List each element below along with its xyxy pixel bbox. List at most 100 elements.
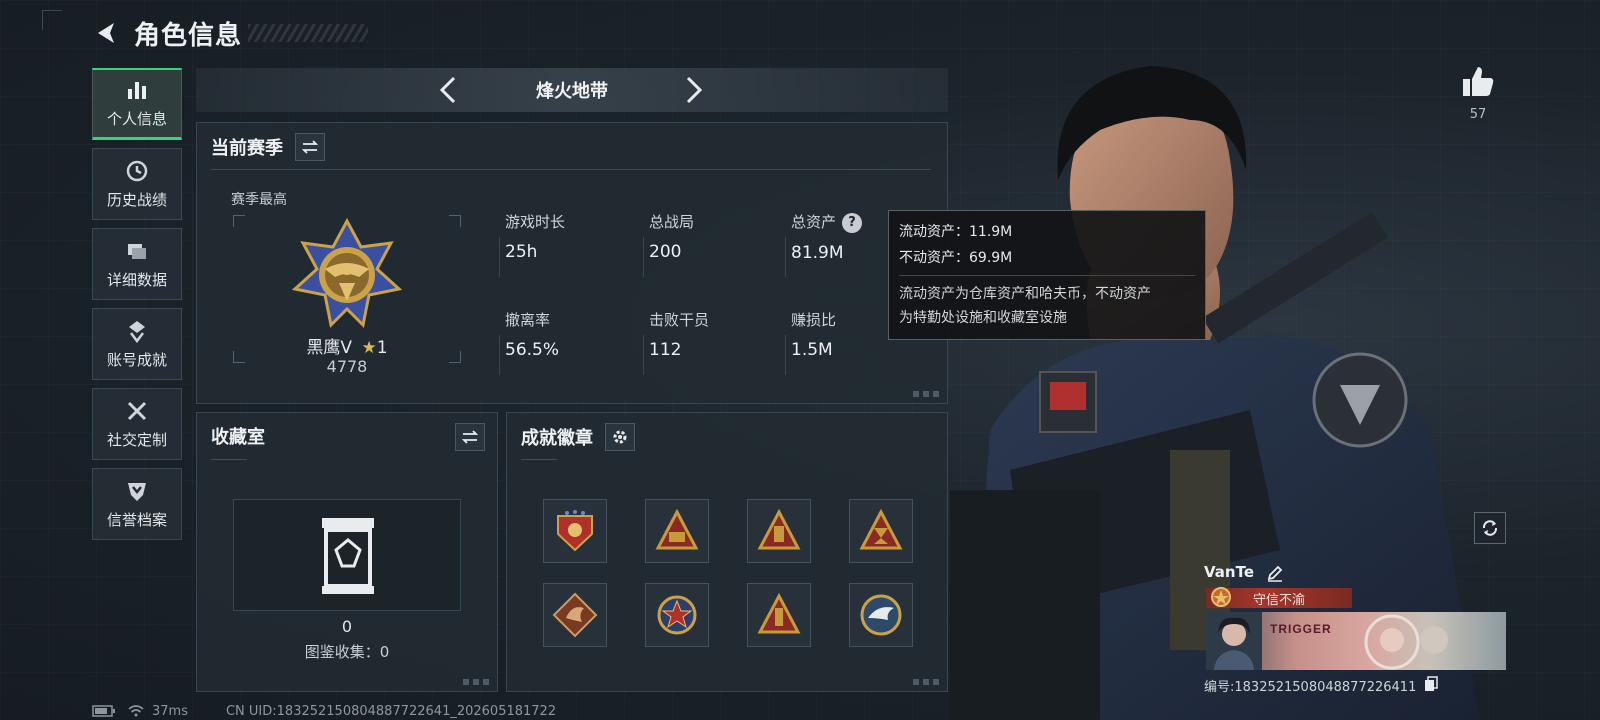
rank-stars: 1 [376,338,388,358]
stat-value: 200 [649,242,682,262]
player-id: 编号:1832521508048877226411 [1204,680,1417,695]
rotate-model-button[interactable] [1474,512,1506,544]
collection-title: 收藏室 [211,427,265,448]
stat-value: 1.5M [791,340,833,360]
stat-separator [785,335,786,375]
side-nav: 个人信息 历史战绩 详细数据 账号成就 社交定制 信誉档案 [92,68,182,548]
player-name: VanTe [1204,563,1255,581]
uid-readout: CN UID:183252150804887722641_20260518172… [225,703,557,719]
folders-icon [128,243,146,259]
rank-name-row: 黑鹰Ⅴ ★1 [277,333,417,358]
tooltip-note: 流动资产为仓库资产和哈夫币，不动资产 为特勤处设施和收藏室设施 [899,275,1195,330]
stat-total-assets: 总资产? 81.9M [791,211,863,263]
black-hawk-rank-emblem-icon [291,217,403,329]
collection-switch-button[interactable] [455,423,485,451]
help-icon[interactable]: ? [842,212,863,233]
badge-slot-4[interactable] [849,499,913,563]
collection-display-case[interactable] [233,499,461,611]
wrench-screwdriver-icon [127,401,147,420]
badges-panel: 成就徽章 [506,412,948,692]
chevron-left-icon[interactable] [434,74,466,106]
gear-icon [613,430,627,444]
rotate-icon [1482,520,1498,536]
page-title: 角色信息 [134,20,243,51]
name-card-art [1364,614,1448,670]
star-icon: ★ [361,338,377,358]
stat-label: 击败干员 [649,311,710,329]
stat-value: 81.9M [791,242,844,263]
mode-title: 烽火地带 [536,81,608,102]
nav-item-social[interactable]: 社交定制 [92,388,182,460]
rank-score: 4778 [326,357,368,376]
nav-item-history[interactable]: 历史战绩 [92,148,182,220]
gold-triangle-badge-icon [757,508,801,550]
badge-slot-1[interactable] [543,499,607,563]
clock-icon [126,160,148,181]
nav-item-personal-info[interactable]: 个人信息 [92,68,182,140]
name-card-logo: TRIGGER [1270,622,1332,636]
corner-decoration [42,10,62,30]
nav-item-reputation[interactable]: 信誉档案 [92,468,182,540]
badges-divider [521,459,557,460]
nav-label: 社交定制 [106,430,167,449]
status-bar: 37ms CN UID:183252150804887722641_202605… [92,703,556,719]
badge-slot-2[interactable] [645,499,709,563]
copy-icon[interactable] [1424,676,1438,692]
badge-slot-6[interactable] [645,583,709,647]
gold-triangle-badge-icon [655,508,699,550]
display-case-icon [322,518,374,594]
stat-separator [785,237,786,277]
swap-icon [461,430,479,444]
star-medal-badge-icon [657,595,697,635]
gold-triangle-badge-icon [757,592,801,634]
stat-label: 总战局 [649,213,695,231]
rank-name: 黑鹰Ⅴ [306,338,353,358]
thumbs-up-icon[interactable] [1460,64,1496,100]
assets-tooltip: 流动资产：11.9M 不动资产：69.9M 流动资产为仓库资产和哈夫币，不动资产… [888,210,1206,340]
nav-label: 账号成就 [106,350,167,369]
collection-divider [211,459,247,460]
badge-slot-7[interactable] [747,583,811,647]
stat-profit-loss: 赚损比 1.5M [791,309,836,360]
chevron-right-icon[interactable] [676,74,708,106]
stat-value: 25h [505,242,538,262]
stat-value: 56.5% [505,340,560,360]
title-emblem-icon [1211,587,1231,607]
nav-label: 信誉档案 [106,510,167,529]
nav-label: 历史战绩 [106,190,167,209]
player-name-card[interactable]: TRIGGER [1206,612,1506,670]
stat-value: 112 [649,340,682,360]
swap-icon [301,140,319,154]
season-panel: 当前赛季 赛季最高 黑鹰Ⅴ ★1 4778 游戏时长 25h 总战局 200 总… [196,122,948,404]
corner-decoration [463,679,489,685]
title-decoration [248,24,369,42]
nav-item-achievements[interactable]: 账号成就 [92,308,182,380]
mode-selector: 烽火地带 [196,68,948,112]
corner-decoration [913,679,939,685]
season-divider [211,169,931,170]
stat-label: 赚损比 [791,311,837,329]
badge-slot-3[interactable] [747,499,811,563]
nav-label: 详细数据 [106,270,167,289]
gold-triangle-badge-icon [859,508,903,550]
red-shield-badge-icon [557,510,593,552]
season-switch-button[interactable] [295,133,325,161]
stat-play-time: 游戏时长 25h [505,211,565,262]
like-count: 57 [1469,107,1487,122]
stat-extraction-rate: 撤离率 56.5% [505,309,559,360]
season-best-label: 赛季最高 [231,192,287,208]
nav-item-detailed-data[interactable]: 详细数据 [92,228,182,300]
bar-chart-icon [128,82,146,99]
tooltip-fixed-assets: 不动资产：69.9M [899,250,1013,266]
badges-settings-button[interactable] [605,423,635,451]
back-arrow-icon[interactable] [92,19,120,47]
edit-pencil-icon[interactable] [1266,564,1284,582]
catalog-collection-label: 图鉴收集：0 [304,643,390,661]
badge-slot-5[interactable] [543,583,607,647]
stat-separator [499,237,500,277]
badge-slot-8[interactable] [849,583,913,647]
badges-title: 成就徽章 [521,428,593,449]
eagle-round-badge-icon [860,594,902,636]
corner-decoration [913,391,939,397]
stat-separator [499,335,500,375]
